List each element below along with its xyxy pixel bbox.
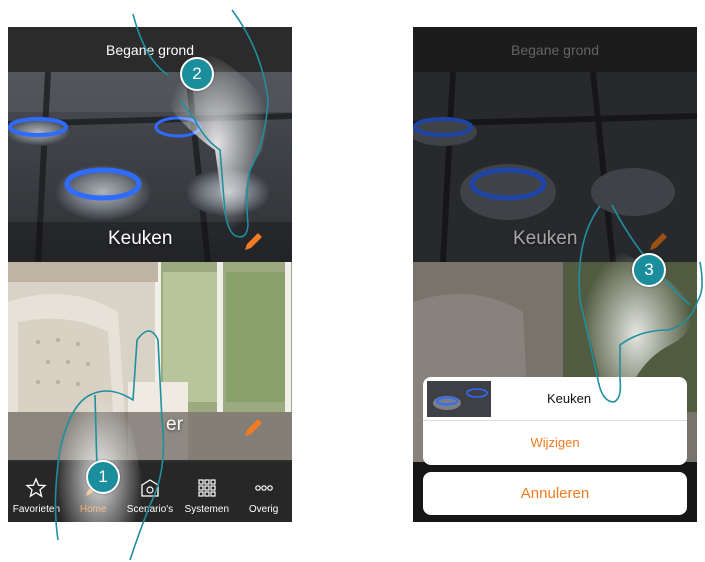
grid-icon: [198, 479, 216, 497]
pencil-icon[interactable]: [240, 415, 266, 441]
edit-button[interactable]: Wijzigen: [423, 421, 687, 464]
scenario-icon: [141, 479, 159, 497]
room-tile-kitchen[interactable]: Keuken: [8, 72, 292, 262]
pencil-icon[interactable]: [240, 229, 266, 255]
action-sheet-header: Keuken: [423, 377, 687, 421]
star-icon: [25, 477, 48, 498]
action-sheet-title: Keuken: [546, 391, 592, 406]
tab-label: Overig: [248, 504, 279, 515]
more-icon: [254, 485, 273, 491]
cancel-button[interactable]: Annuleren: [423, 472, 687, 515]
page-title: Begane grond: [106, 41, 194, 58]
step-badge-2: 2: [180, 57, 214, 91]
room-name-living: er: [166, 414, 183, 435]
kitchen-thumbnail: [427, 380, 491, 417]
tab-other[interactable]: Overig: [235, 460, 292, 522]
home-screen: Begane grond Keuken er Favorieten Home S…: [8, 27, 292, 522]
tab-scenarios[interactable]: Scenario's: [122, 460, 179, 522]
tab-label: Systemen: [184, 504, 230, 515]
room-name-kitchen: Keuken: [108, 228, 173, 249]
tab-label: Favorieten: [12, 504, 61, 515]
step-badge-1: 1: [86, 460, 120, 494]
tab-systems[interactable]: Systemen: [178, 460, 235, 522]
page-header: Begane grond: [8, 27, 292, 72]
action-sheet: Keuken Wijzigen: [423, 377, 687, 465]
tab-favorites[interactable]: Favorieten: [8, 460, 65, 522]
bottom-tab-bar: Favorieten Home Scenario's Systemen Over…: [8, 460, 292, 522]
step-badge-3: 3: [632, 253, 666, 287]
room-tile-living[interactable]: er: [8, 262, 292, 462]
tab-label: Scenario's: [126, 504, 174, 515]
tab-label: Home: [79, 504, 107, 515]
